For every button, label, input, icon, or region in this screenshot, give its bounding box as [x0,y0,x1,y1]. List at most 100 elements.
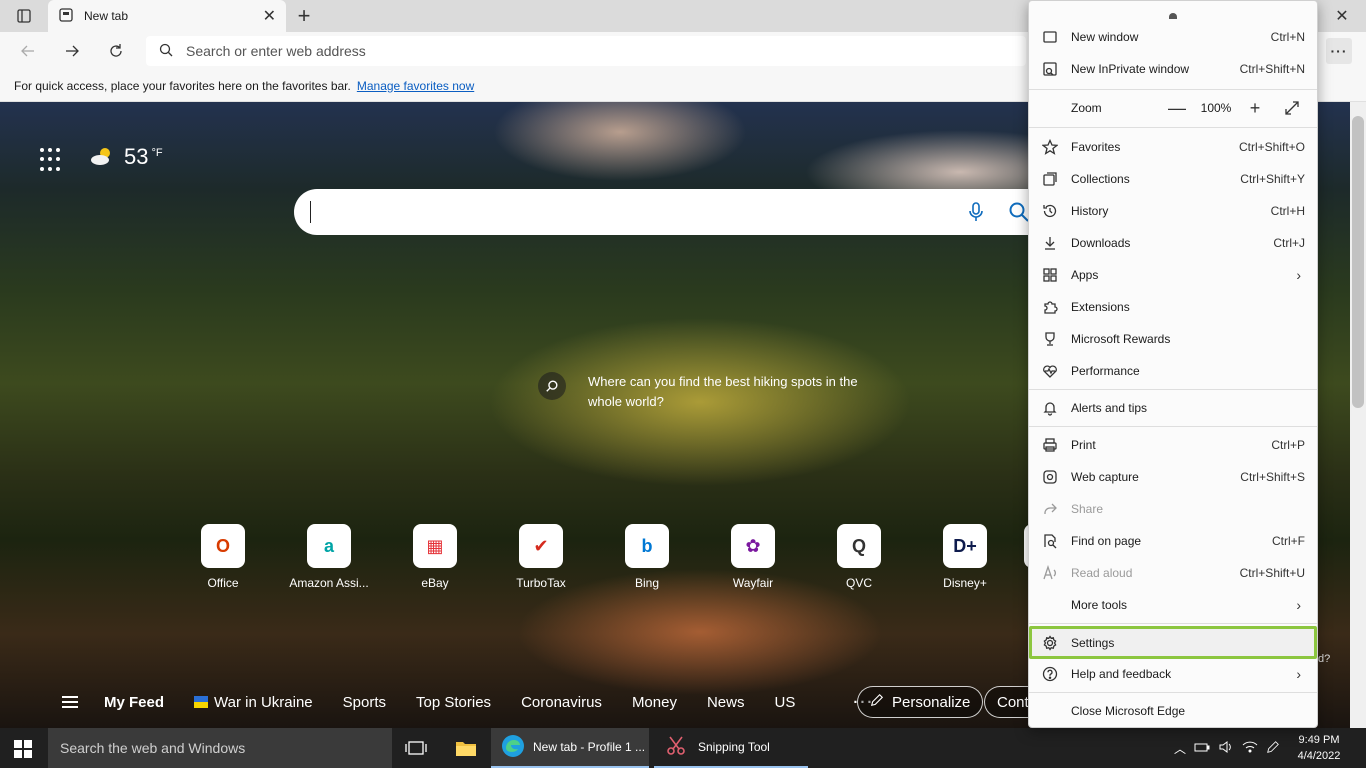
quick-link[interactable]: ✿ Wayfair [700,524,806,590]
chevron-right-icon: › [1296,267,1301,283]
tab-new-tab[interactable]: New tab ✕ [48,0,286,32]
zoom-level: 100% [1200,101,1232,115]
search-icon[interactable] [1008,201,1030,226]
clock-time: 9:49 PM [1298,734,1340,746]
menu-item-help-and-feedback[interactable]: Help and feedback › [1029,658,1317,690]
menu-item-find-on-page[interactable]: Find on page Ctrl+F [1029,525,1317,557]
menu-item-favorites[interactable]: Favorites Ctrl+Shift+O [1029,131,1317,163]
menu-item-more-tools[interactable]: More tools › [1029,589,1317,621]
edge-icon [501,734,525,761]
personalize-label: Personalize [892,693,971,711]
chevron-right-icon: › [1296,597,1301,613]
chevron-up-icon[interactable]: ︿ [1174,740,1186,757]
feed-tab-war-in-ukraine[interactable]: War in Ukraine [194,694,313,711]
feed-tab-money[interactable]: Money [632,694,677,711]
menu-item-downloads[interactable]: Downloads Ctrl+J [1029,227,1317,259]
taskbar-app-label: Snipping Tool [698,740,770,754]
feed-tab-sports[interactable]: Sports [343,694,386,711]
microphone-icon[interactable] [966,201,986,226]
menu-item-settings[interactable]: Settings [1029,626,1317,659]
trophy-icon [1041,330,1059,348]
refresh-button[interactable] [102,38,130,64]
menu-separator [1029,623,1317,624]
tab-actions-icon[interactable] [8,6,40,26]
file-explorer-icon[interactable] [452,728,480,768]
apps-launcher-icon[interactable] [40,148,64,172]
taskbar-app-snipping-tool[interactable]: Snipping Tool [654,728,808,768]
taskbar-search-box[interactable]: Search the web and Windows [48,728,392,768]
menu-item-new-inprivate-window[interactable]: New InPrivate window Ctrl+Shift+N [1029,53,1317,85]
taskbar-app-label: New tab - Profile 1 ... [533,740,646,754]
menu-item-alerts-and-tips[interactable]: Alerts and tips [1029,392,1317,424]
menu-item-history[interactable]: History Ctrl+H [1029,195,1317,227]
menu-item-new-window[interactable]: New window Ctrl+N [1029,21,1317,53]
menu-item-performance[interactable]: Performance [1029,355,1317,387]
menu-item-extensions[interactable]: Extensions [1029,291,1317,323]
battery-icon[interactable] [1194,741,1210,756]
settings-and-more-button[interactable]: ··· [1326,38,1352,64]
quick-link[interactable]: Q QVC [806,524,912,590]
quick-link-logo-icon: ▦ [413,524,457,568]
feed-tab-top-stories[interactable]: Top Stories [416,694,491,711]
new-tab-button[interactable]: + [292,3,316,28]
windows-start-icon[interactable] [14,740,32,758]
menu-item-web-capture[interactable]: Web capture Ctrl+Shift+S [1029,461,1317,493]
pencil-icon [870,693,884,711]
back-button[interactable] [14,38,42,64]
quick-link[interactable]: O Office [170,524,276,590]
quick-link-logo-icon: ✿ [731,524,775,568]
menu-item-microsoft-rewards[interactable]: Microsoft Rewards [1029,323,1317,355]
quick-link-logo-icon: b [625,524,669,568]
menu-item-collections[interactable]: Collections Ctrl+Shift+Y [1029,163,1317,195]
window-close-button[interactable]: ✕ [1326,4,1358,28]
feed-tab-us[interactable]: US [774,694,795,711]
menu-item-label: New InPrivate window [1071,62,1190,76]
taskbar-app-edge[interactable]: New tab - Profile 1 ... [491,728,649,768]
hint-prompt[interactable]: Where can you find the best hiking spots… [538,372,858,412]
task-view-icon[interactable] [402,728,430,768]
zoom-out-button[interactable]: — [1163,98,1191,119]
web-search-box[interactable] [294,189,1054,235]
inprivate-icon [1041,60,1059,78]
clock-date: 4/4/2022 [1297,750,1341,762]
feed-tab-news[interactable]: News [707,694,745,711]
menu-item-label: Share [1071,502,1104,516]
forward-button[interactable] [58,38,86,64]
menu-pointer-icon [1169,13,1177,19]
pen-icon[interactable] [1266,740,1280,757]
manage-favorites-link[interactable]: Manage favorites now [357,79,474,93]
volume-icon[interactable] [1218,740,1234,757]
menu-item-apps[interactable]: Apps › [1029,259,1317,291]
menu-item-zoom: Zoom — 100% + [1029,92,1317,124]
taskbar-clock[interactable]: 9:49 PM 4/4/2022 [1296,732,1342,764]
quick-link[interactable]: a Amazon Assi... [276,524,382,590]
menu-icon[interactable] [62,693,78,711]
scrollbar-thumb[interactable] [1352,116,1364,408]
address-input[interactable] [186,43,886,59]
weather-widget[interactable]: 53 °F [90,144,163,170]
partly-cloudy-icon [90,146,114,169]
wifi-icon[interactable] [1242,740,1258,757]
menu-item-close-microsoft-edge[interactable]: Close Microsoft Edge [1029,695,1317,727]
fullscreen-icon[interactable] [1277,100,1307,116]
feed-tab-my-feed[interactable]: My Feed [104,694,164,711]
menu-separator [1029,389,1317,390]
menu-item-print[interactable]: Print Ctrl+P [1029,429,1317,461]
menu-item-label: Web capture [1071,470,1139,484]
chevron-right-icon: › [1296,666,1301,682]
quick-link[interactable]: ▦ eBay [382,524,488,590]
close-tab-icon[interactable]: ✕ [263,6,276,26]
quick-link[interactable]: b Bing [594,524,700,590]
personalize-button[interactable]: Personalize [857,686,984,718]
quick-link[interactable]: D+ Disney+ [912,524,1018,590]
menu-item-shortcut: Ctrl+N [1270,30,1305,44]
menu-item-label: Microsoft Rewards [1071,332,1171,346]
address-bar[interactable] [146,36,1026,66]
zoom-in-button[interactable]: + [1241,98,1269,119]
feed-tab-coronavirus[interactable]: Coronavirus [521,694,602,711]
quick-links: O Office a Amazon Assi... ▦ eBay ✔ TurboTax b Bin… [170,524,1018,590]
menu-item-read-aloud: Read aloud Ctrl+Shift+U [1029,557,1317,589]
menu-item-label: Extensions [1071,300,1130,314]
menu-item-label: History [1071,204,1109,218]
quick-link[interactable]: ✔ TurboTax [488,524,594,590]
